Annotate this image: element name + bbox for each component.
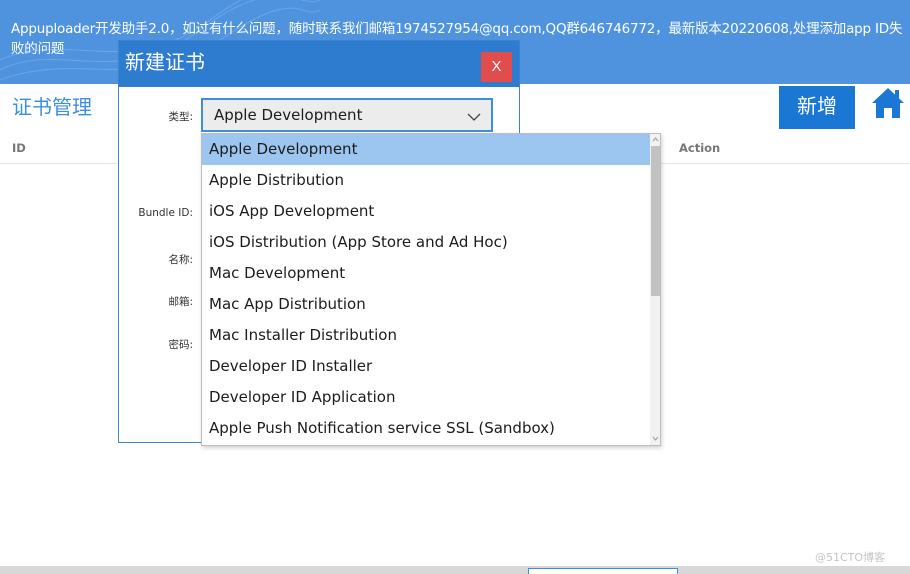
- dropdown-option[interactable]: Mac App Distribution: [202, 289, 650, 320]
- dropdown-option[interactable]: Apple Development: [202, 134, 650, 165]
- dropdown-option[interactable]: Apple Push Notification service SSL (San…: [202, 413, 650, 444]
- bottom-button[interactable]: [528, 568, 678, 574]
- page-title: 证书管理: [12, 95, 92, 119]
- new-certificate-button[interactable]: 新增: [779, 86, 855, 129]
- close-button[interactable]: X: [481, 52, 512, 82]
- name-label: 名称:: [168, 254, 193, 266]
- dropdown-option[interactable]: iOS Distribution (App Store and Ad Hoc): [202, 227, 650, 258]
- bottom-bar: [0, 566, 910, 574]
- dropdown-option[interactable]: Developer ID Installer: [202, 351, 650, 382]
- dropdown-option[interactable]: Developer ID Application: [202, 382, 650, 413]
- bundle-id-label: Bundle ID:: [138, 207, 193, 219]
- dropdown-option[interactable]: iOS App Development: [202, 196, 650, 227]
- dropdown-option[interactable]: Mac Installer Distribution: [202, 320, 650, 351]
- type-select[interactable]: Apple Development: [201, 98, 493, 132]
- type-select-value: Apple Development: [214, 106, 363, 124]
- scroll-down-icon[interactable]: [651, 434, 660, 443]
- scrollbar-thumb[interactable]: [651, 146, 660, 296]
- dialog-title: 新建证书: [125, 50, 205, 74]
- chevron-down-icon: [467, 113, 481, 121]
- type-label: 类型:: [168, 111, 193, 123]
- home-icon[interactable]: [869, 86, 907, 120]
- type-dropdown-list: Apple Development Apple Distribution iOS…: [201, 133, 661, 446]
- email-label: 邮箱:: [168, 296, 193, 308]
- dropdown-option[interactable]: Apple Distribution: [202, 165, 650, 196]
- password-label: 密码:: [168, 339, 193, 351]
- dropdown-option[interactable]: Mac Development: [202, 258, 650, 289]
- app-window: Appuploader开发助手2.0，如过有什么问题，随时联系我们邮箱19745…: [0, 0, 910, 574]
- column-header-action: Action: [679, 141, 721, 155]
- dialog-header: 新建证书 X: [119, 41, 519, 87]
- column-header-id: ID: [12, 141, 26, 155]
- scroll-up-icon[interactable]: [651, 135, 660, 144]
- watermark: @51CTO博客: [815, 551, 886, 564]
